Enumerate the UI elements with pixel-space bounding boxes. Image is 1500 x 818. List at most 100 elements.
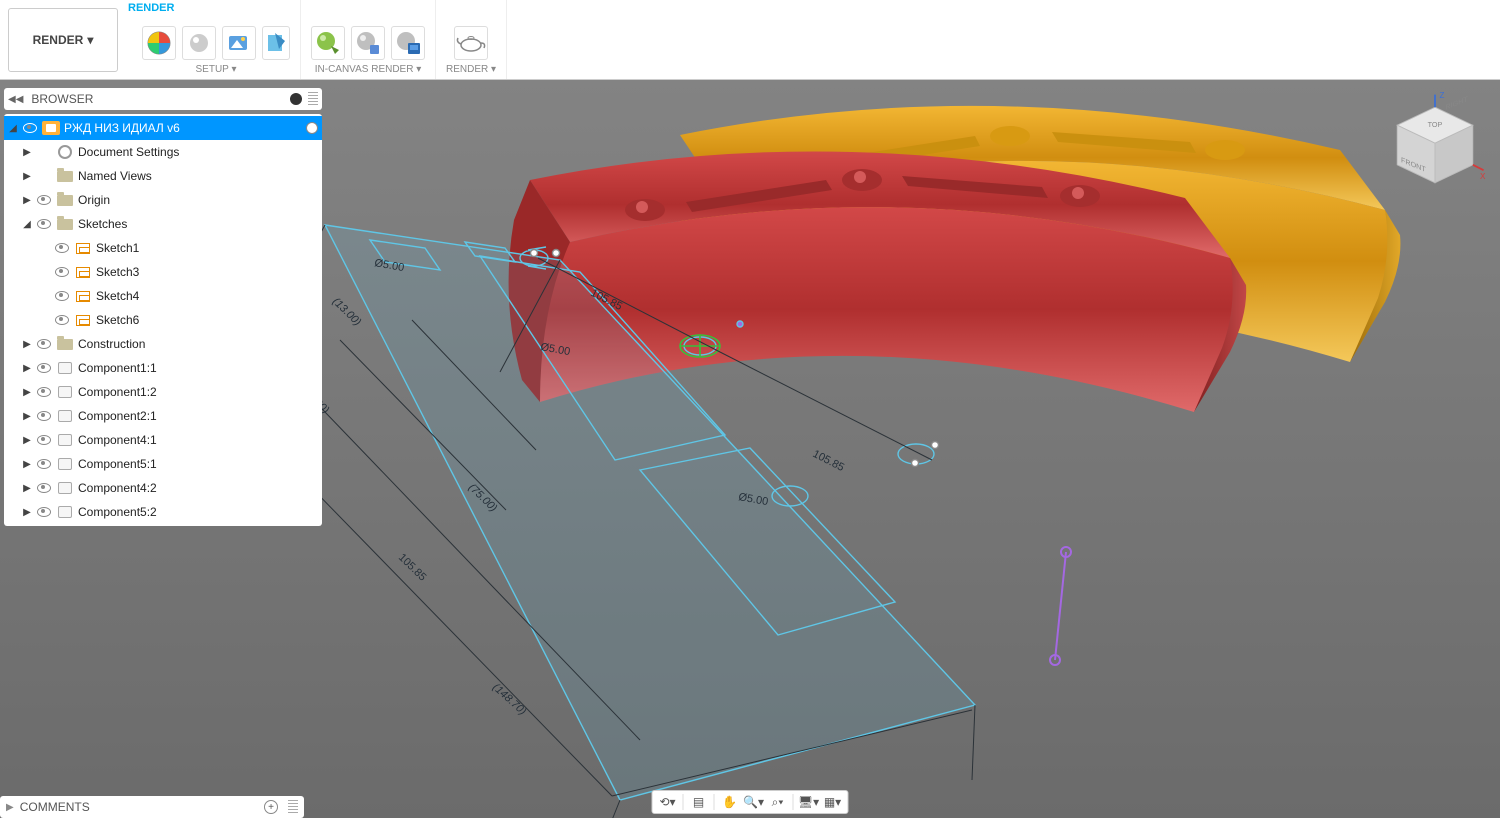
folder-icon: [56, 168, 74, 184]
tree-item-label[interactable]: Sketch4: [96, 289, 318, 303]
tree-item-label[interactable]: Sketch1: [96, 241, 318, 255]
tree-item[interactable]: ▶Component1:2: [4, 380, 322, 404]
eye-icon[interactable]: [54, 312, 70, 328]
capture-image-icon[interactable]: [391, 26, 425, 60]
scene-settings-icon[interactable]: [182, 26, 216, 60]
look-at-icon[interactable]: ▤: [688, 792, 710, 812]
tree-item-label[interactable]: Sketches: [78, 217, 318, 231]
tree-item-label[interactable]: Component4:1: [78, 433, 318, 447]
sketch-icon: [74, 288, 92, 304]
eye-icon[interactable]: [36, 408, 52, 424]
eye-icon[interactable]: [36, 432, 52, 448]
workspace-button[interactable]: RENDER▾: [8, 8, 118, 72]
pan-icon[interactable]: ✋: [719, 792, 741, 812]
tab-render[interactable]: RENDER: [128, 2, 174, 14]
svg-text:TOP: TOP: [1428, 120, 1443, 129]
browser-panel: ◀◀ BROWSER ◢ РЖД НИЗ ИДИАЛ v6 ▶Document …: [4, 88, 322, 526]
add-comment-icon[interactable]: +: [264, 800, 278, 814]
tree-item-label[interactable]: Named Views: [78, 169, 318, 183]
tree-item-label[interactable]: Origin: [78, 193, 318, 207]
comments-label: COMMENTS: [20, 800, 90, 814]
svg-text:(148.70): (148.70): [490, 681, 529, 718]
eye-icon[interactable]: [22, 120, 38, 136]
svg-text:X: X: [1480, 172, 1486, 181]
navigation-toolbar: ⟲▾ ▤ ✋ 🔍▾ ⌕▾ 🖥▾ ▦▾: [652, 790, 849, 814]
eye-icon[interactable]: [36, 360, 52, 376]
component-icon: [56, 360, 74, 376]
comments-bar[interactable]: ▶ COMMENTS +: [0, 796, 304, 818]
decal-icon[interactable]: [262, 26, 290, 60]
tree-item-label[interactable]: Component2:1: [78, 409, 318, 423]
tree-item-label[interactable]: Component1:2: [78, 385, 318, 399]
teapot-render-icon[interactable]: [454, 26, 488, 60]
tree-item[interactable]: Sketch4: [4, 284, 322, 308]
orbit-icon[interactable]: ⟲▾: [657, 792, 679, 812]
tree-item-label[interactable]: Sketch6: [96, 313, 318, 327]
incanvas-render-icon[interactable]: [311, 26, 345, 60]
tree-item-label[interactable]: Sketch3: [96, 265, 318, 279]
component-icon: [56, 432, 74, 448]
tree-item[interactable]: ▶Document Settings: [4, 140, 322, 164]
gear-icon: [56, 144, 74, 160]
component-icon: [56, 408, 74, 424]
document-icon: [42, 120, 60, 136]
appearance-icon[interactable]: [142, 26, 176, 60]
eye-icon[interactable]: [36, 384, 52, 400]
tree-item[interactable]: ▶Component4:2: [4, 476, 322, 500]
activate-dot-icon[interactable]: [306, 122, 318, 134]
tree-item[interactable]: ▶Component2:1: [4, 404, 322, 428]
component-icon: [56, 384, 74, 400]
browser-tree: ◢ РЖД НИЗ ИДИАЛ v6 ▶Document Settings▶Na…: [4, 114, 322, 526]
browser-title: BROWSER: [31, 92, 286, 106]
drag-handle-icon[interactable]: [288, 800, 298, 814]
eye-icon[interactable]: [36, 192, 52, 208]
tree-item[interactable]: Sketch1: [4, 236, 322, 260]
browser-settings-icon[interactable]: [290, 93, 302, 105]
display-settings-icon[interactable]: 🖥▾: [798, 792, 820, 812]
sketch-icon: [74, 312, 92, 328]
sketch-icon: [74, 240, 92, 256]
sketch-icon: [74, 264, 92, 280]
tree-item-label[interactable]: Component5:2: [78, 505, 318, 519]
tree-item[interactable]: Sketch6: [4, 308, 322, 332]
tree-item[interactable]: Sketch3: [4, 260, 322, 284]
eye-icon[interactable]: [36, 336, 52, 352]
tree-item[interactable]: ▶Origin: [4, 188, 322, 212]
tree-item[interactable]: ◢Sketches: [4, 212, 322, 236]
fit-icon[interactable]: ⌕▾: [767, 792, 789, 812]
tree-item[interactable]: ▶Component5:2: [4, 500, 322, 524]
incanvas-settings-icon[interactable]: [351, 26, 385, 60]
folder-icon: [56, 192, 74, 208]
svg-text:Z: Z: [1440, 91, 1445, 100]
eye-icon[interactable]: [36, 504, 52, 520]
tree-item[interactable]: ▶Component5:1: [4, 452, 322, 476]
eye-icon[interactable]: [36, 456, 52, 472]
texture-map-icon[interactable]: [222, 26, 256, 60]
browser-header[interactable]: ◀◀ BROWSER: [4, 88, 322, 110]
eye-icon[interactable]: [54, 240, 70, 256]
tree-item[interactable]: ▶Construction: [4, 332, 322, 356]
grid-settings-icon[interactable]: ▦▾: [822, 792, 844, 812]
tree-item-label[interactable]: Document Settings: [78, 145, 318, 159]
component-icon: [56, 504, 74, 520]
tree-item-label[interactable]: Component4:2: [78, 481, 318, 495]
eye-icon[interactable]: [54, 264, 70, 280]
eye-icon[interactable]: [36, 480, 52, 496]
collapse-icon[interactable]: ◀◀: [8, 94, 23, 105]
svg-text:105.85: 105.85: [811, 448, 846, 474]
tree-item-label[interactable]: Component1:1: [78, 361, 318, 375]
folder-icon: [56, 216, 74, 232]
component-icon: [56, 480, 74, 496]
tree-item[interactable]: ▶Named Views: [4, 164, 322, 188]
view-cube[interactable]: TOP FRONT RIGHT Z X: [1390, 100, 1480, 190]
eye-icon[interactable]: [36, 216, 52, 232]
drag-handle-icon[interactable]: [308, 92, 318, 106]
tree-root-item[interactable]: ◢ РЖД НИЗ ИДИАЛ v6: [4, 116, 322, 140]
zoom-icon[interactable]: 🔍▾: [743, 792, 765, 812]
tree-item-label[interactable]: Construction: [78, 337, 318, 351]
eye-icon[interactable]: [54, 288, 70, 304]
tree-item[interactable]: ▶Component4:1: [4, 428, 322, 452]
tree-item-label[interactable]: Component5:1: [78, 457, 318, 471]
component-icon: [56, 456, 74, 472]
tree-item[interactable]: ▶Component1:1: [4, 356, 322, 380]
